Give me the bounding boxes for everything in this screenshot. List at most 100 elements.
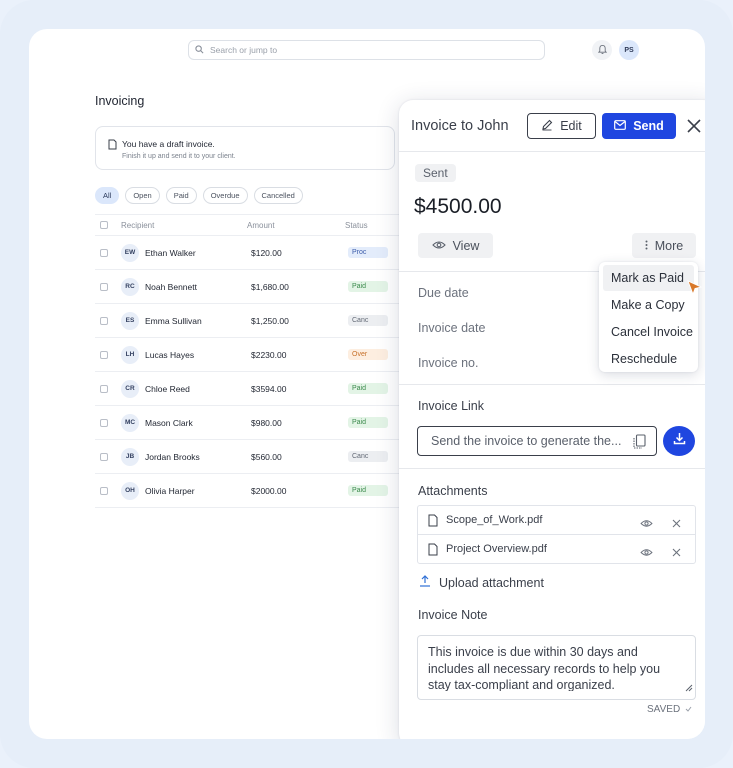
download-icon bbox=[673, 432, 686, 450]
close-icon bbox=[685, 119, 703, 139]
upload-attachment-button[interactable]: Upload attachment bbox=[419, 575, 544, 590]
recipient-name: Olivia Harper bbox=[145, 485, 195, 496]
table-row[interactable]: ES Emma Sullivan $1,250.00 Canc bbox=[95, 304, 405, 338]
page-title: Invoicing bbox=[95, 94, 145, 108]
eye-icon[interactable] bbox=[640, 544, 653, 562]
search-icon bbox=[195, 41, 204, 59]
avatar: JB bbox=[121, 447, 139, 466]
status-badge: Paid bbox=[348, 281, 388, 292]
attachment-row[interactable]: Scope_of_Work.pdf bbox=[417, 505, 696, 535]
eye-icon[interactable] bbox=[640, 515, 653, 533]
row-checkbox[interactable] bbox=[100, 248, 108, 257]
row-checkbox[interactable] bbox=[100, 316, 108, 325]
amount-cell: $1,250.00 bbox=[251, 315, 289, 326]
remove-icon[interactable] bbox=[672, 515, 681, 533]
avatar: EW bbox=[121, 243, 139, 262]
more-label: More bbox=[654, 238, 684, 253]
divider bbox=[399, 468, 705, 469]
invoicing-app: PS Invoicing You have a draft invoice. F… bbox=[29, 29, 705, 739]
cursor-icon bbox=[687, 280, 703, 301]
table-row[interactable]: MC Mason Clark $980.00 Paid bbox=[95, 406, 405, 440]
edit-button[interactable]: Edit bbox=[527, 113, 596, 139]
menu-item-make-a-copy[interactable]: Make a Copy bbox=[603, 292, 694, 318]
resize-handle-icon[interactable] bbox=[685, 679, 693, 697]
recipient-name: Emma Sullivan bbox=[145, 315, 202, 326]
filter-all[interactable]: All bbox=[95, 187, 120, 204]
status-badge: Paid bbox=[348, 383, 388, 394]
status-badge: Canc bbox=[348, 451, 388, 462]
amount-cell: $560.00 bbox=[251, 451, 282, 462]
recipient-cell: RC Noah Bennett bbox=[121, 277, 197, 296]
invoice-link-label: Invoice Link bbox=[418, 399, 485, 413]
recipient-cell: ES Emma Sullivan bbox=[121, 311, 202, 330]
panel-title: Invoice to John bbox=[411, 118, 509, 134]
attachment-name: Project Overview.pdf bbox=[446, 543, 547, 555]
draft-title: You have a draft invoice. bbox=[122, 139, 215, 149]
invoice-note-textarea[interactable]: This invoice is due within 30 days and i… bbox=[428, 644, 685, 691]
menu-item-reschedule[interactable]: Reschedule bbox=[603, 346, 694, 372]
row-checkbox[interactable] bbox=[100, 452, 108, 461]
header-recipient: Recipient bbox=[121, 220, 155, 230]
invoice-date-label: Invoice date bbox=[418, 321, 486, 335]
invoice-detail-panel: Invoice to John Edit Send Sent $4500.00 bbox=[399, 100, 705, 739]
table-row[interactable]: CR Chloe Reed $3594.00 Paid bbox=[95, 372, 405, 406]
menu-item-cancel-invoice[interactable]: Cancel Invoice bbox=[603, 319, 694, 345]
table-row[interactable]: JB Jordan Brooks $560.00 Canc bbox=[95, 440, 405, 474]
table-row[interactable]: RC Noah Bennett $1,680.00 Paid bbox=[95, 270, 405, 304]
edit-label: Edit bbox=[560, 119, 582, 133]
invoice-number-label: Invoice no. bbox=[418, 356, 479, 370]
amount-cell: $120.00 bbox=[251, 247, 282, 258]
search-input[interactable] bbox=[210, 45, 510, 55]
amount-cell: $1,680.00 bbox=[251, 281, 289, 292]
draft-invoice-banner[interactable]: You have a draft invoice. Finish it up a… bbox=[95, 126, 395, 170]
table-row[interactable]: EW Ethan Walker $120.00 Proc bbox=[95, 236, 405, 270]
copy-icon[interactable] bbox=[633, 434, 646, 454]
invoice-link-field[interactable] bbox=[417, 426, 657, 456]
recipient-cell: CR Chloe Reed bbox=[121, 379, 190, 398]
filter-open[interactable]: Open bbox=[125, 187, 160, 204]
more-vertical-icon bbox=[645, 239, 648, 253]
row-checkbox[interactable] bbox=[100, 282, 108, 291]
remove-icon[interactable] bbox=[672, 544, 681, 562]
filter-paid[interactable]: Paid bbox=[165, 187, 197, 204]
avatar: MC bbox=[121, 413, 139, 432]
row-checkbox[interactable] bbox=[100, 384, 108, 393]
download-button[interactable] bbox=[663, 426, 695, 456]
view-button[interactable]: View bbox=[418, 233, 493, 258]
amount-cell: $2230.00 bbox=[251, 349, 287, 360]
search-bar[interactable] bbox=[188, 40, 545, 60]
table-row[interactable]: OH Olivia Harper $2000.00 Paid bbox=[95, 474, 405, 508]
filter-overdue[interactable]: Overdue bbox=[202, 187, 248, 204]
invoice-table: Recipient Amount Status EW Ethan Walker $1… bbox=[95, 214, 405, 508]
recipient-cell: JB Jordan Brooks bbox=[121, 447, 200, 466]
avatar: LH bbox=[121, 345, 139, 364]
notifications-button[interactable] bbox=[592, 40, 612, 60]
view-label: View bbox=[452, 238, 480, 253]
attachments-label: Attachments bbox=[418, 484, 488, 498]
divider bbox=[399, 151, 705, 152]
recipient-name: Lucas Hayes bbox=[145, 349, 195, 360]
row-checkbox[interactable] bbox=[100, 350, 108, 359]
table-row[interactable]: LH Lucas Hayes $2230.00 Over bbox=[95, 338, 405, 372]
send-button[interactable]: Send bbox=[602, 113, 676, 139]
more-button[interactable]: More bbox=[632, 233, 696, 258]
send-label: Send bbox=[633, 119, 664, 133]
avatar: RC bbox=[121, 277, 139, 296]
user-avatar[interactable]: PS bbox=[619, 40, 639, 60]
menu-item-mark-as-paid[interactable]: Mark as Paid bbox=[603, 265, 694, 291]
invoice-note-field[interactable]: This invoice is due within 30 days and i… bbox=[417, 635, 696, 700]
status-badge: Proc bbox=[348, 247, 388, 258]
draft-subtitle: Finish it up and send it to your client. bbox=[122, 153, 236, 160]
saved-label: SAVED bbox=[647, 704, 681, 715]
row-checkbox[interactable] bbox=[100, 486, 108, 495]
recipient-name: Noah Bennett bbox=[145, 281, 197, 292]
row-checkbox[interactable] bbox=[100, 418, 108, 427]
upload-icon bbox=[419, 575, 431, 590]
filter-cancelled[interactable]: Cancelled bbox=[253, 187, 303, 204]
attachment-row[interactable]: Project Overview.pdf bbox=[417, 534, 696, 564]
select-all-checkbox[interactable] bbox=[100, 221, 108, 229]
invoice-link-input[interactable] bbox=[431, 434, 621, 448]
status-badge: Over bbox=[348, 349, 388, 360]
close-button[interactable] bbox=[685, 117, 703, 135]
bell-icon bbox=[597, 41, 607, 59]
